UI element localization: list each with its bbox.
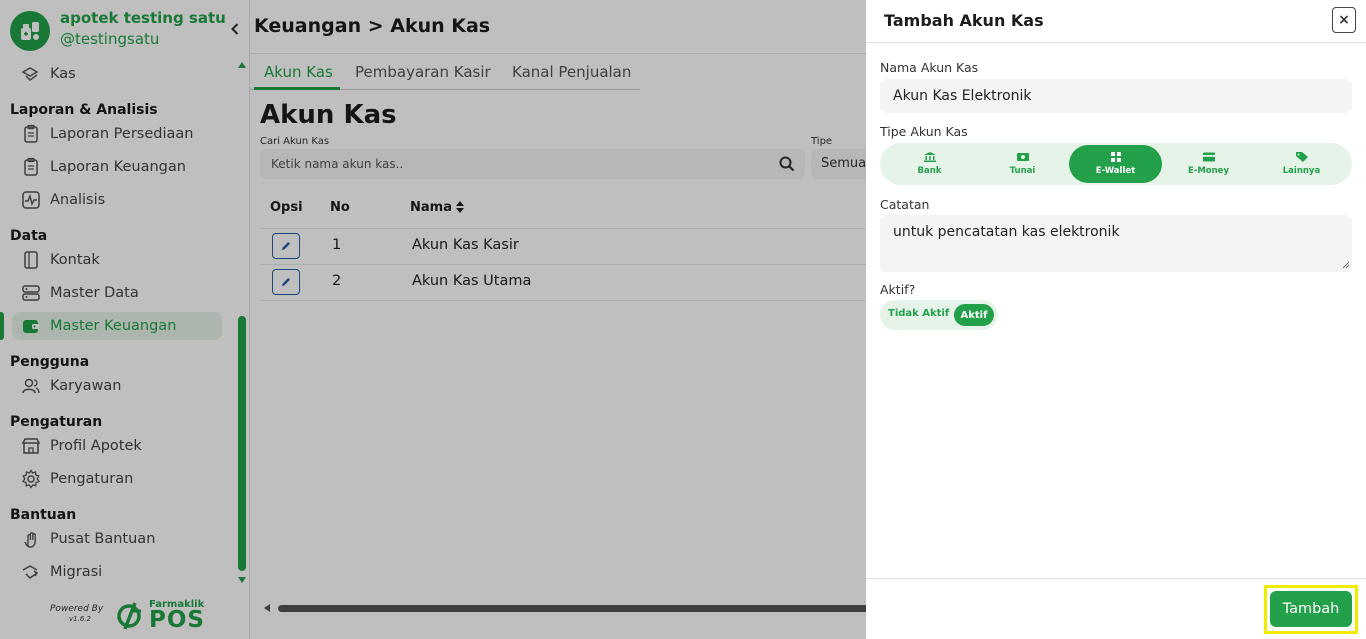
card-icon bbox=[1202, 152, 1215, 162]
type-option-label: Lainnya bbox=[1282, 166, 1321, 176]
modal-footer-divider bbox=[866, 578, 1366, 579]
tambah-button[interactable]: Tambah bbox=[1270, 591, 1352, 627]
type-field-label: Tipe Akun Kas bbox=[880, 124, 968, 139]
notes-textarea[interactable]: untuk pencatatan kas elektronik bbox=[880, 215, 1352, 272]
account-name-input[interactable] bbox=[880, 79, 1352, 113]
resize-handle-icon[interactable] bbox=[1342, 261, 1350, 269]
active-field-label: Aktif? bbox=[880, 282, 916, 297]
notes-field-label: Catatan bbox=[880, 197, 930, 212]
toggle-active-option[interactable]: Aktif bbox=[954, 304, 994, 326]
type-option-label: Bank bbox=[917, 166, 942, 176]
modal-backdrop[interactable] bbox=[0, 0, 866, 639]
type-option-label: E-Money bbox=[1188, 166, 1229, 176]
grid-icon bbox=[1110, 152, 1121, 162]
type-option-e-wallet[interactable]: E-Wallet bbox=[1069, 145, 1162, 183]
type-option-label: Tunai bbox=[1009, 166, 1036, 176]
modal-header-divider bbox=[866, 42, 1366, 43]
name-field-label: Nama Akun Kas bbox=[880, 60, 979, 75]
type-option-bank[interactable]: Bank bbox=[883, 145, 976, 183]
type-option-label: E-Wallet bbox=[1095, 166, 1136, 176]
type-option-e-money[interactable]: E-Money bbox=[1162, 145, 1255, 183]
tag-icon bbox=[1295, 152, 1308, 162]
account-type-selector: Bank Tunai E-Wallet E-Money Lainnya bbox=[880, 143, 1352, 185]
toggle-inactive-option[interactable]: Tidak Aktif bbox=[888, 308, 949, 319]
tambah-akun-kas-modal: Tambah Akun Kas × Nama Akun Kas Tipe Aku… bbox=[866, 0, 1366, 639]
close-icon: × bbox=[1338, 12, 1350, 28]
type-option-lainnya[interactable]: Lainnya bbox=[1255, 145, 1348, 183]
cash-note-icon bbox=[1016, 153, 1029, 161]
type-option-tunai[interactable]: Tunai bbox=[976, 145, 1069, 183]
modal-title: Tambah Akun Kas bbox=[884, 11, 1044, 30]
bank-icon bbox=[923, 152, 936, 162]
close-button[interactable]: × bbox=[1332, 7, 1356, 33]
active-toggle[interactable]: Tidak Aktif Aktif bbox=[880, 300, 998, 330]
